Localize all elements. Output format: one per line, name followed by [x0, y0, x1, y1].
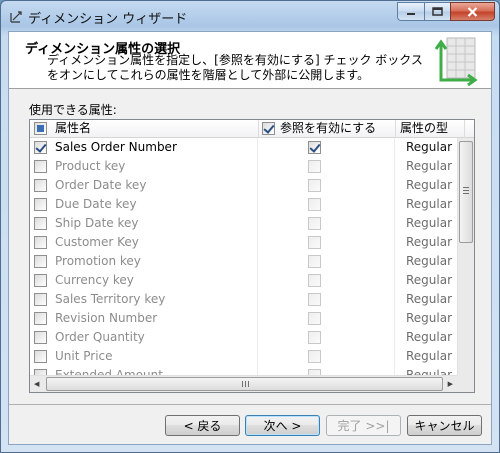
grid-header: 属性名 参照を有効にする 属性の型 [30, 120, 474, 138]
window-title: ディメンション ウィザード [28, 12, 188, 27]
column-header-name[interactable]: 属性名 [55, 120, 91, 138]
wizard-window: ディメンション ウィザード ディメンション属性の選択 ディメンション属性を指定し… [0, 0, 500, 453]
title-bar: ディメンション ウィザード [1, 1, 499, 31]
attribute-type[interactable]: Regular [406, 292, 452, 306]
available-attributes-label: 使用できる属性: [29, 103, 117, 117]
select-all-checkbox[interactable] [34, 122, 47, 135]
minimize-icon [407, 12, 415, 15]
attribute-type[interactable]: Regular [406, 330, 452, 344]
next-button[interactable]: 次へ > [245, 415, 320, 436]
back-button[interactable]: < 戻る [165, 415, 240, 436]
dimension-icon [434, 37, 478, 86]
attribute-type[interactable]: Regular [406, 349, 452, 363]
attribute-select-checkbox[interactable] [34, 198, 47, 211]
attribute-select-checkbox[interactable] [34, 179, 47, 192]
scroll-right-icon[interactable]: ▶ [448, 381, 453, 388]
attribute-type[interactable]: Regular [406, 197, 452, 211]
attribute-select-checkbox[interactable] [34, 236, 47, 249]
column-header-type[interactable]: 属性の型 [400, 120, 448, 138]
attribute-select-checkbox[interactable] [34, 350, 47, 363]
attribute-name: Unit Price [55, 349, 113, 363]
table-row[interactable]: Ship Date key Regular [30, 214, 464, 233]
enable-browsing-checkbox[interactable] [308, 350, 321, 363]
finish-button[interactable]: 完了 >>| [326, 415, 401, 436]
attributes-grid: 属性名 参照を有効にする 属性の型 Sales Order Number Regu… [29, 119, 475, 393]
attribute-name: Due Date key [55, 197, 137, 211]
close-button[interactable] [450, 2, 495, 21]
enable-browsing-all-checkbox[interactable] [262, 122, 275, 135]
attribute-select-checkbox[interactable] [34, 274, 47, 287]
attribute-rows: Sales Order Number Regular Product key Regu… [30, 138, 464, 385]
enable-browsing-checkbox[interactable] [308, 274, 321, 287]
attribute-name: Ship Date key [55, 216, 139, 230]
attribute-type[interactable]: Regular [406, 311, 452, 325]
attribute-name: Order Date key [55, 178, 147, 192]
enable-browsing-checkbox[interactable] [308, 141, 321, 154]
vertical-scroll-thumb[interactable] [459, 141, 473, 243]
table-row[interactable]: Order Quantity Regular [30, 328, 464, 347]
enable-browsing-checkbox[interactable] [308, 293, 321, 306]
attribute-name: Promotion key [55, 254, 141, 268]
attribute-type[interactable]: Regular [406, 216, 452, 230]
enable-browsing-checkbox[interactable] [308, 255, 321, 268]
attribute-select-checkbox[interactable] [34, 312, 47, 325]
table-row[interactable]: Customer Key Regular [30, 233, 464, 252]
attribute-type[interactable]: Regular [406, 273, 452, 287]
attribute-select-checkbox[interactable] [34, 255, 47, 268]
wizard-icon [10, 11, 22, 23]
page-description: ディメンション属性を指定し、[参照を有効にする] チェック ボックスをオンにして… [47, 53, 423, 82]
table-row[interactable]: Sales Territory key Regular [30, 290, 464, 309]
attribute-name: Sales Territory key [55, 292, 166, 306]
attribute-type[interactable]: Regular [406, 140, 452, 154]
enable-browsing-checkbox[interactable] [308, 331, 321, 344]
column-header-enable-browsing[interactable]: 参照を有効にする [280, 120, 376, 138]
wizard-content: ディメンション属性の選択 ディメンション属性を指定し、[参照を有効にする] チェ… [8, 31, 492, 445]
attribute-type[interactable]: Regular [406, 159, 452, 173]
attribute-select-checkbox[interactable] [34, 160, 47, 173]
table-row[interactable]: Currency key Regular [30, 271, 464, 290]
enable-browsing-checkbox[interactable] [308, 198, 321, 211]
attribute-name: Sales Order Number [55, 140, 177, 154]
attribute-type[interactable]: Regular [406, 235, 452, 249]
attribute-select-checkbox[interactable] [34, 331, 47, 344]
attribute-select-checkbox[interactable] [34, 293, 47, 306]
table-row[interactable]: Product key Regular [30, 157, 464, 176]
attribute-select-checkbox[interactable] [34, 217, 47, 230]
enable-browsing-checkbox[interactable] [308, 179, 321, 192]
attribute-name: Customer Key [55, 235, 139, 249]
attribute-name: Revision Number [55, 311, 158, 325]
scroll-left-icon[interactable]: ◀ [34, 381, 39, 388]
table-row[interactable]: Promotion key Regular [30, 252, 464, 271]
close-icon [467, 6, 478, 17]
attribute-name: Product key [55, 159, 126, 173]
attribute-select-checkbox[interactable] [34, 141, 47, 154]
attribute-type[interactable]: Regular [406, 254, 452, 268]
maximize-button[interactable] [424, 2, 450, 21]
wizard-header: ディメンション属性の選択 ディメンション属性を指定し、[参照を有効にする] チェ… [9, 32, 491, 89]
enable-browsing-checkbox[interactable] [308, 217, 321, 230]
table-row[interactable]: Sales Order Number Regular [30, 138, 464, 157]
horizontal-scroll-thumb[interactable] [46, 377, 443, 391]
enable-browsing-checkbox[interactable] [308, 312, 321, 325]
vertical-scrollbar[interactable]: ▲ [457, 138, 474, 375]
maximize-icon [432, 7, 443, 16]
attribute-name: Currency key [55, 273, 134, 287]
enable-browsing-checkbox[interactable] [308, 160, 321, 173]
attribute-name: Order Quantity [55, 330, 145, 344]
table-row[interactable]: Revision Number Regular [30, 309, 464, 328]
horizontal-scrollbar[interactable]: ◀ ▶ [30, 375, 457, 392]
cancel-button[interactable]: キャンセル [407, 415, 482, 436]
attribute-type[interactable]: Regular [406, 178, 452, 192]
minimize-button[interactable] [397, 2, 424, 21]
table-row[interactable]: Unit Price Regular [30, 347, 464, 366]
enable-browsing-checkbox[interactable] [308, 236, 321, 249]
table-row[interactable]: Order Date key Regular [30, 176, 464, 195]
table-row[interactable]: Due Date key Regular [30, 195, 464, 214]
